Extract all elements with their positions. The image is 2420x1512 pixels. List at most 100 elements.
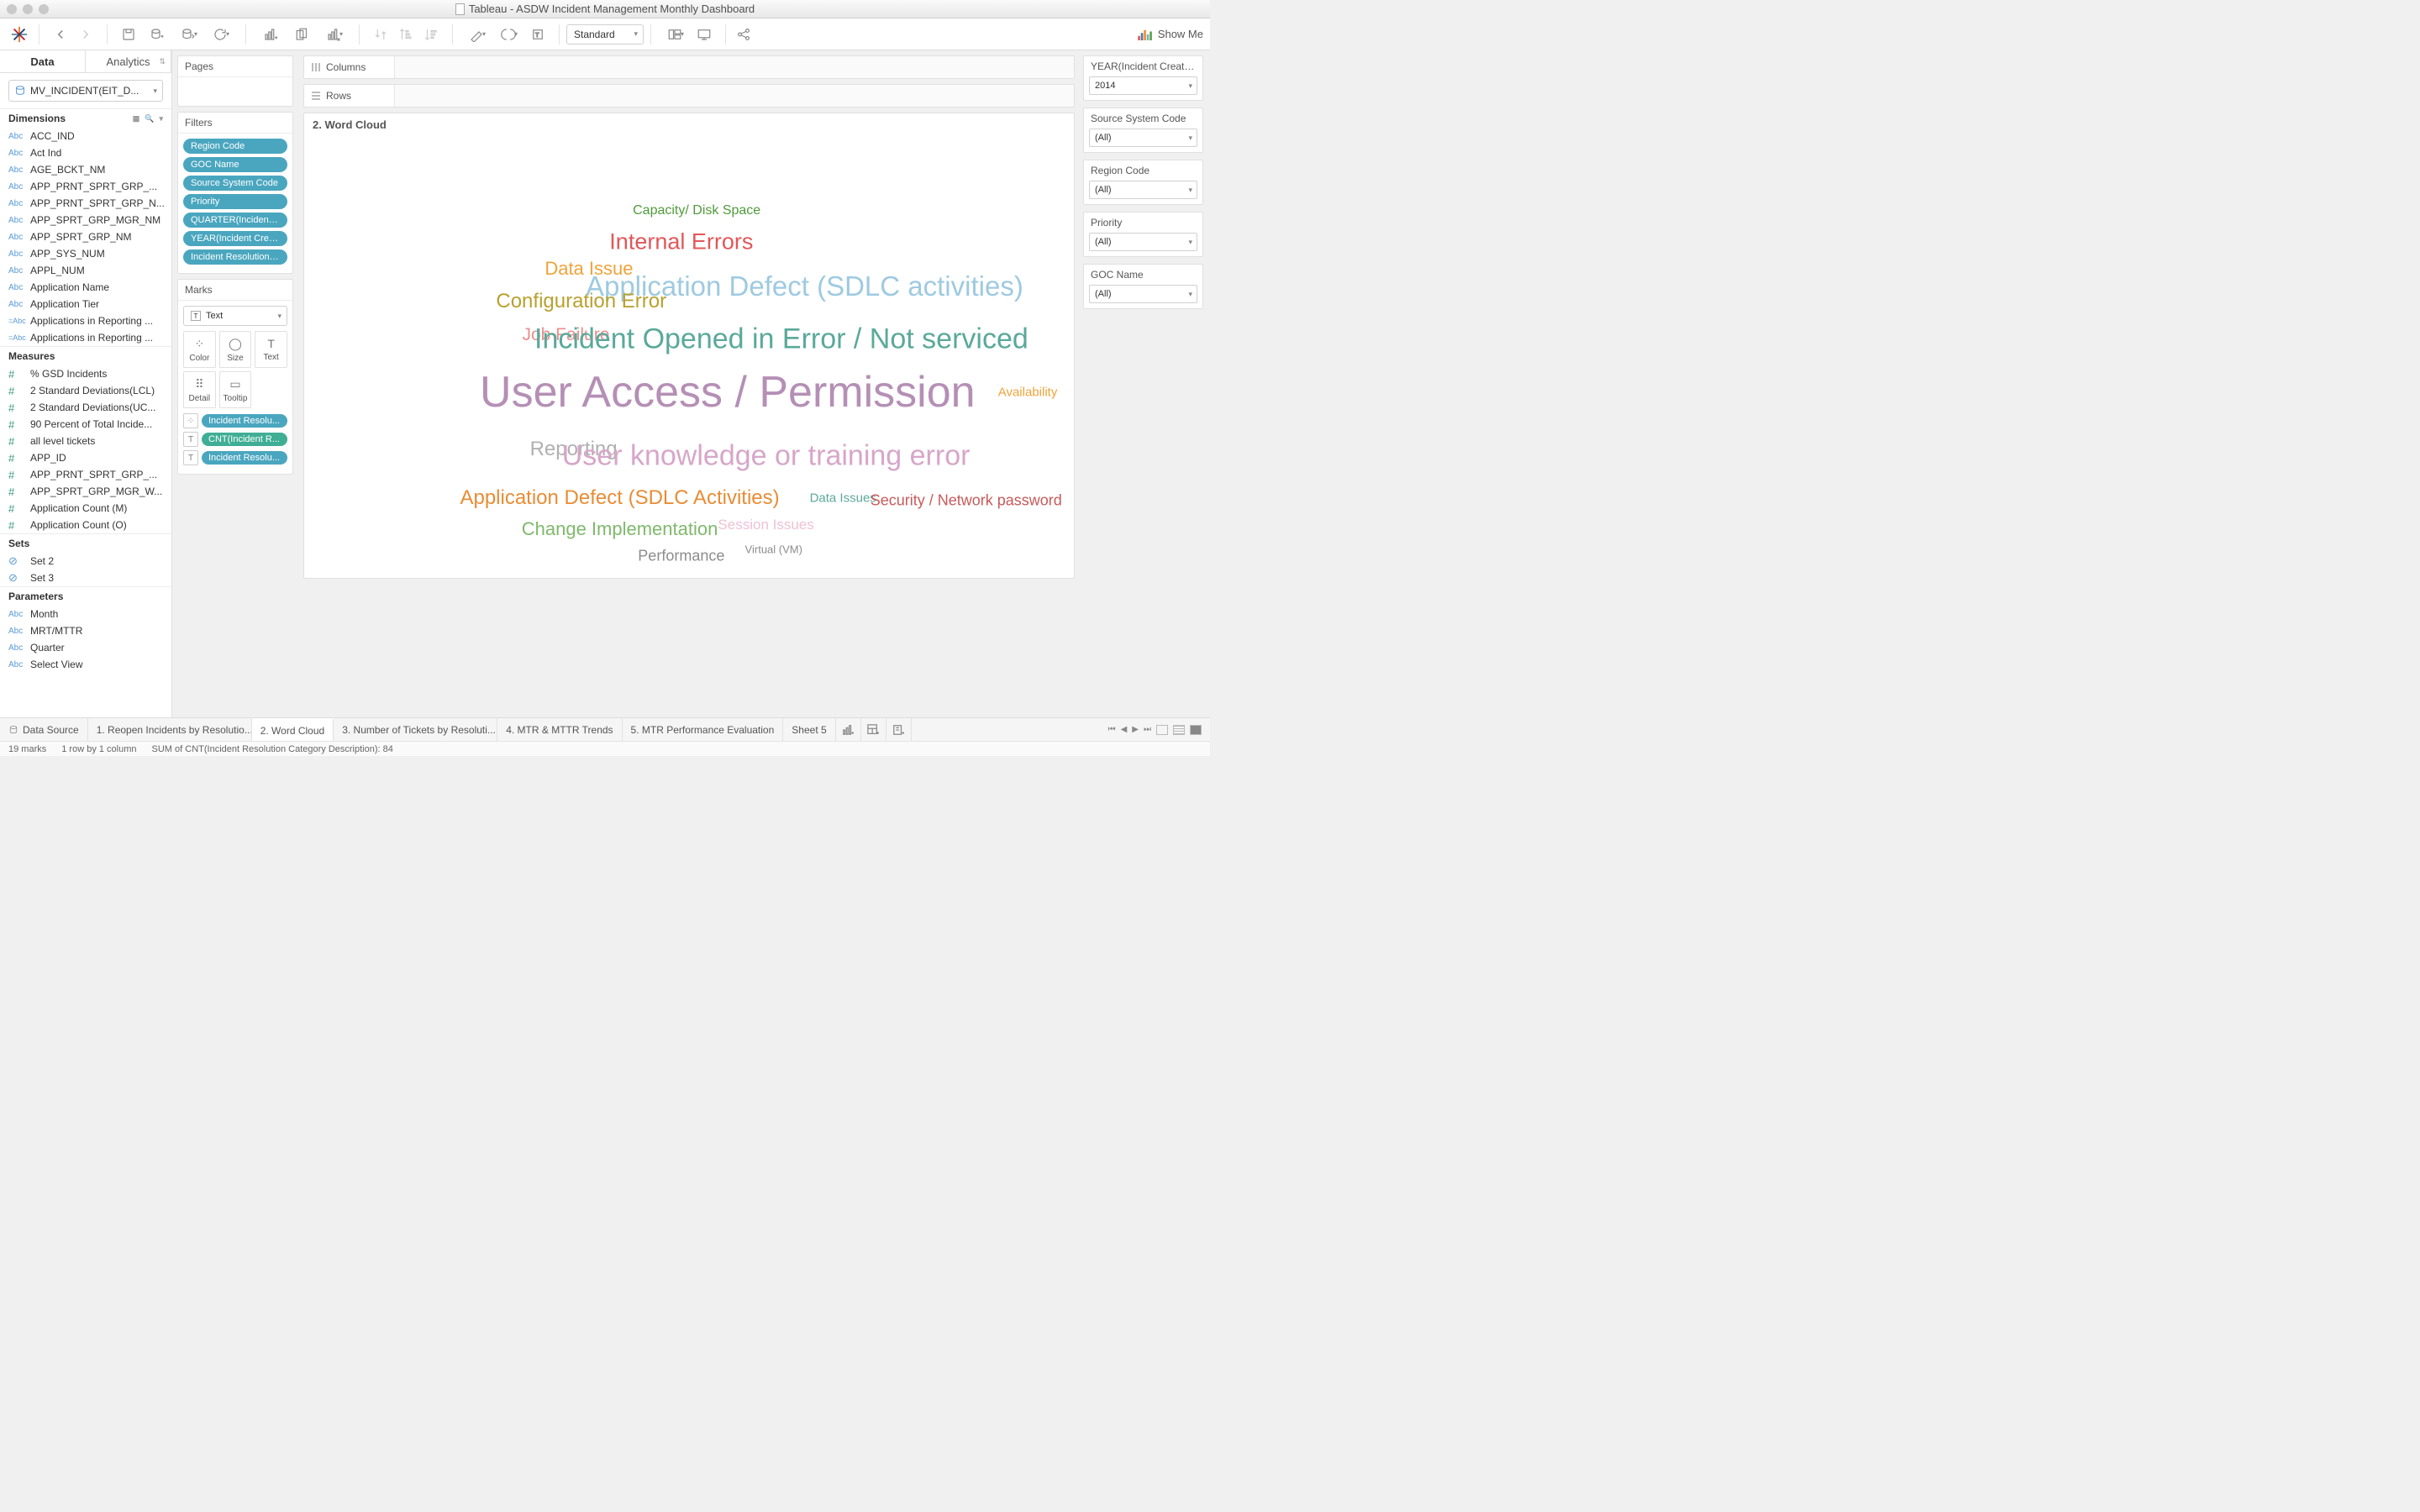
- view-mode-2-icon[interactable]: [1173, 725, 1185, 735]
- word-cloud-word[interactable]: Internal Errors: [609, 229, 753, 255]
- word-cloud-word[interactable]: Virtual (VM): [745, 543, 802, 555]
- filter-pill[interactable]: Incident Resolution C..: [183, 249, 287, 265]
- filter-card-select[interactable]: (All): [1089, 129, 1197, 147]
- word-cloud-word[interactable]: Session Issues: [718, 517, 813, 533]
- fit-select[interactable]: Standard: [566, 24, 644, 45]
- nav-last-icon[interactable]: ⏭: [1144, 725, 1151, 734]
- mark-pill[interactable]: Incident Resolu...: [202, 451, 287, 465]
- mark-assignment[interactable]: TCNT(Incident R...: [183, 432, 287, 447]
- field-item[interactable]: Application Name: [0, 279, 171, 296]
- save-button[interactable]: [118, 24, 139, 45]
- field-item[interactable]: APP_PRNT_SPRT_GRP_...: [0, 178, 171, 195]
- word-cloud-word[interactable]: Application Defect (SDLC Activities): [460, 486, 779, 510]
- field-item[interactable]: APP_ID: [0, 449, 171, 466]
- word-cloud-word[interactable]: Security / Network password: [871, 491, 1062, 509]
- mark-pill[interactable]: CNT(Incident R...: [202, 433, 287, 446]
- field-item[interactable]: Act Ind: [0, 144, 171, 161]
- refresh-button[interactable]: ▾: [207, 24, 235, 45]
- filter-pill[interactable]: YEAR(Incident Creat...: [183, 231, 287, 246]
- search-icon[interactable]: 🔍: [145, 114, 154, 123]
- field-item[interactable]: ACC_IND: [0, 128, 171, 144]
- word-cloud-word[interactable]: Change Implementation: [522, 518, 718, 540]
- field-item[interactable]: MRT/MTTR: [0, 622, 171, 639]
- word-cloud-word[interactable]: User knowledge or training error: [562, 440, 971, 473]
- filter-pill[interactable]: Source System Code: [183, 176, 287, 191]
- word-cloud-word[interactable]: Incident Opened in Error / Not serviced: [534, 323, 1028, 355]
- filter-card-select[interactable]: (All): [1089, 233, 1197, 251]
- field-item[interactable]: 90 Percent of Total Incide...: [0, 416, 171, 433]
- clear-button[interactable]: ▾: [320, 24, 349, 45]
- new-dashboard-icon[interactable]: [861, 718, 886, 741]
- field-item[interactable]: all level tickets: [0, 433, 171, 449]
- share-button[interactable]: [733, 24, 755, 45]
- forward-button[interactable]: [75, 24, 97, 45]
- nav-prev-icon[interactable]: ◀: [1121, 725, 1128, 734]
- sort-asc-button[interactable]: [395, 24, 417, 45]
- field-item[interactable]: APP_SPRT_GRP_MGR_NM: [0, 212, 171, 228]
- field-item[interactable]: Applications in Reporting ...: [0, 329, 171, 346]
- new-story-icon[interactable]: [886, 718, 912, 741]
- field-item[interactable]: APP_SPRT_GRP_NM: [0, 228, 171, 245]
- back-button[interactable]: [50, 24, 71, 45]
- show-cards-button[interactable]: ▾: [661, 24, 690, 45]
- field-item[interactable]: Applications in Reporting ...: [0, 312, 171, 329]
- nav-next-icon[interactable]: ▶: [1132, 725, 1139, 734]
- show-me-button[interactable]: Show Me: [1138, 28, 1203, 40]
- sheet-tab[interactable]: Sheet 5: [783, 718, 835, 741]
- field-item[interactable]: APPL_NUM: [0, 262, 171, 279]
- filters-card[interactable]: Filters Region CodeGOC NameSource System…: [177, 112, 293, 274]
- mark-detail-button[interactable]: ⠿Detail: [183, 371, 216, 408]
- filter-card-select[interactable]: (All): [1089, 285, 1197, 303]
- mark-assignment[interactable]: TIncident Resolu...: [183, 450, 287, 465]
- field-item[interactable]: 2 Standard Deviations(UC...: [0, 399, 171, 416]
- word-cloud-word[interactable]: Configuration Error: [496, 290, 666, 313]
- show-labels-button[interactable]: T: [527, 24, 549, 45]
- field-item[interactable]: APP_SPRT_GRP_MGR_W...: [0, 483, 171, 500]
- new-worksheet-button[interactable]: [256, 24, 285, 45]
- data-source-tab[interactable]: Data Source: [0, 718, 88, 741]
- field-item[interactable]: Month: [0, 606, 171, 622]
- tab-analytics[interactable]: Analytics⇅: [86, 50, 171, 72]
- filter-pill[interactable]: Region Code: [183, 139, 287, 154]
- mark-tooltip-button[interactable]: ▭Tooltip: [219, 371, 252, 408]
- filter-pill[interactable]: QUARTER(Incident C...: [183, 213, 287, 228]
- sort-desc-button[interactable]: [420, 24, 442, 45]
- field-item[interactable]: Application Count (O): [0, 517, 171, 533]
- datasource-select[interactable]: MV_INCIDENT(EIT_D...: [8, 80, 163, 102]
- field-item[interactable]: APP_PRNT_SPRT_GRP_...: [0, 466, 171, 483]
- rows-shelf[interactable]: Rows: [303, 84, 1075, 108]
- field-item[interactable]: Set 2: [0, 553, 171, 570]
- filter-card-select[interactable]: 2014: [1089, 76, 1197, 95]
- group-button[interactable]: ▾: [495, 24, 523, 45]
- word-cloud-word[interactable]: User Access / Permission: [480, 367, 976, 417]
- highlight-button[interactable]: ▾: [463, 24, 492, 45]
- field-item[interactable]: % GSD Incidents: [0, 365, 171, 382]
- sheet-tab[interactable]: 2. Word Cloud: [252, 718, 334, 741]
- view-mode-3-icon[interactable]: [1190, 725, 1202, 735]
- new-worksheet-icon[interactable]: [836, 718, 861, 741]
- word-cloud-word[interactable]: Performance: [638, 547, 724, 564]
- tab-data[interactable]: Data: [0, 50, 86, 72]
- mark-text-button[interactable]: TText: [255, 331, 287, 368]
- nav-first-icon[interactable]: ⏮: [1108, 725, 1116, 734]
- word-cloud-word[interactable]: Capacity/ Disk Space: [633, 203, 760, 218]
- sheet-tab[interactable]: 4. MTR & MTTR Trends: [497, 718, 622, 741]
- pages-card[interactable]: Pages: [177, 55, 293, 107]
- field-item[interactable]: Set 3: [0, 570, 171, 586]
- filter-pill[interactable]: GOC Name: [183, 157, 287, 172]
- viz-canvas[interactable]: 2. Word Cloud Capacity/ Disk SpaceIntern…: [303, 113, 1075, 579]
- presentation-button[interactable]: [693, 24, 715, 45]
- marks-type-select[interactable]: TText: [183, 306, 287, 326]
- field-item[interactable]: Application Count (M): [0, 500, 171, 517]
- field-item[interactable]: Select View: [0, 656, 171, 673]
- word-cloud-word[interactable]: Data Issues: [810, 491, 876, 506]
- word-cloud-word[interactable]: Availability: [998, 386, 1058, 400]
- field-item[interactable]: 2 Standard Deviations(LCL): [0, 382, 171, 399]
- swap-button[interactable]: [370, 24, 392, 45]
- field-item[interactable]: APP_PRNT_SPRT_GRP_N...: [0, 195, 171, 212]
- field-item[interactable]: Quarter: [0, 639, 171, 656]
- mark-color-button[interactable]: ⁘Color: [183, 331, 216, 368]
- new-datasource-button[interactable]: [143, 24, 171, 45]
- mark-pill[interactable]: Incident Resolu...: [202, 414, 287, 428]
- mark-size-button[interactable]: ◯Size: [219, 331, 252, 368]
